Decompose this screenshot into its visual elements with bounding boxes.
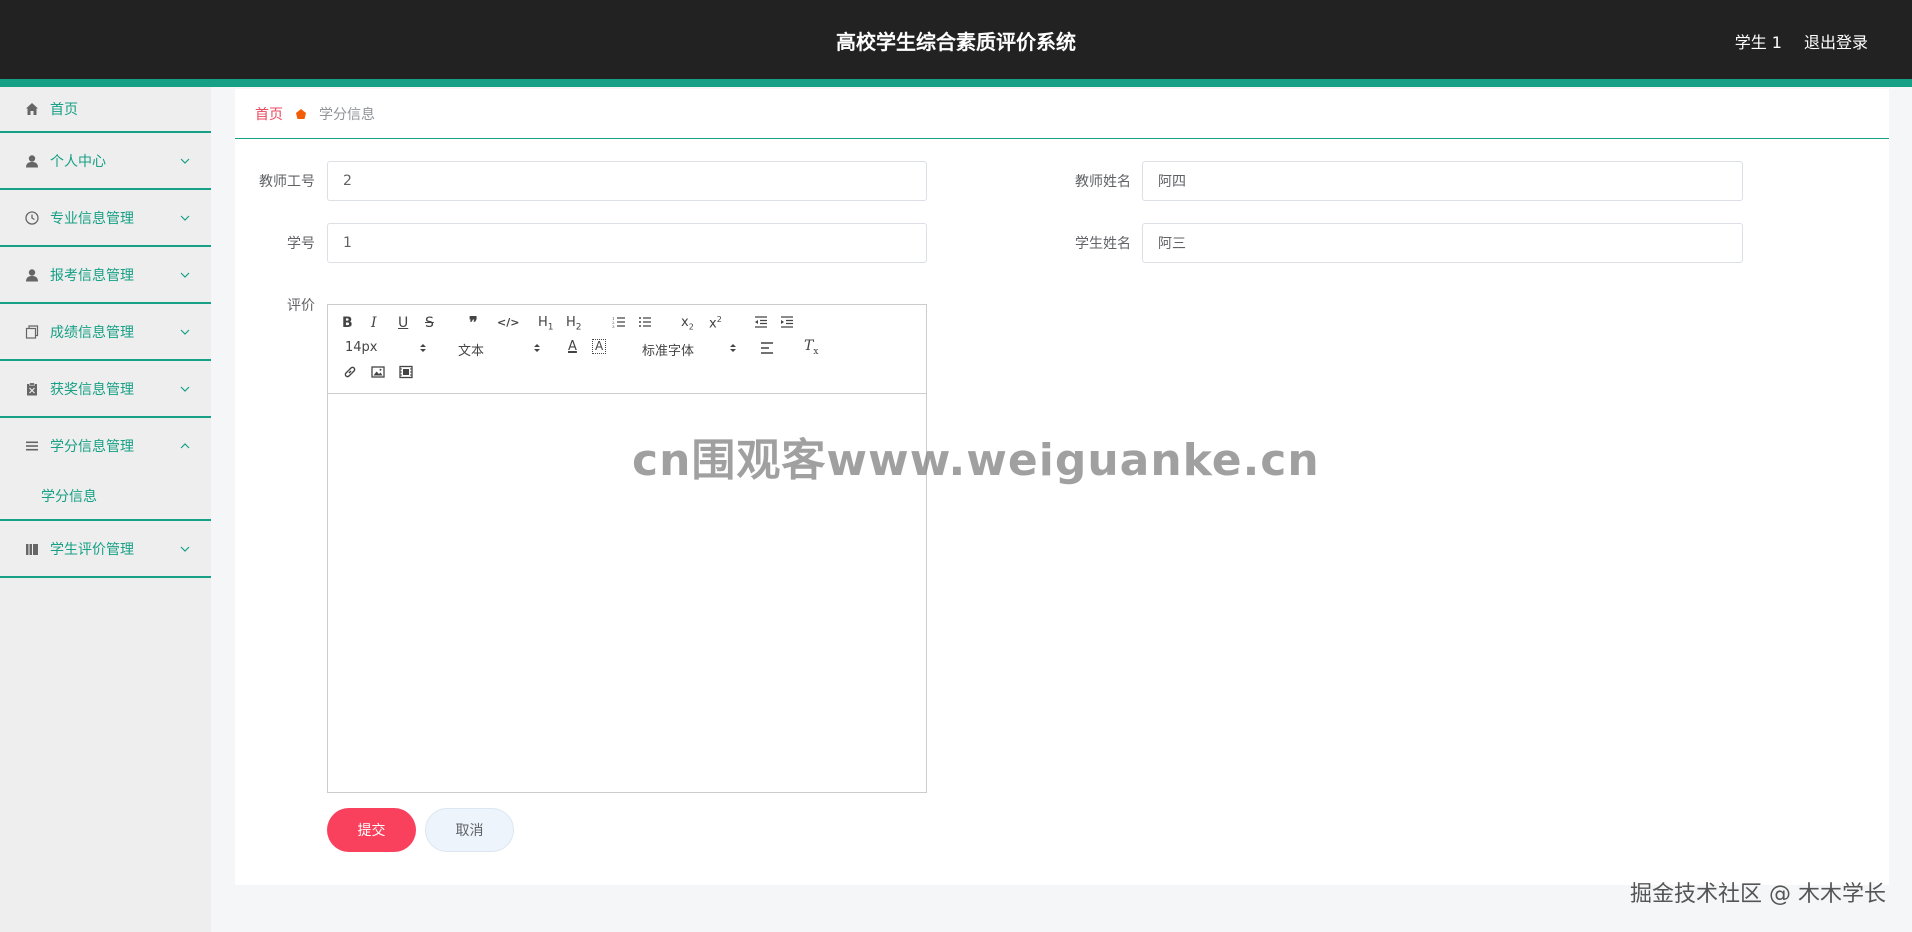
font-family-value: 标准字体 xyxy=(642,344,695,359)
list-icon xyxy=(24,438,40,454)
sidebar-item-label: 学分信息管理 xyxy=(50,438,134,455)
student-id-label: 学号 xyxy=(287,236,315,252)
breadcrumb-home[interactable]: 首页 xyxy=(255,104,283,124)
sidebar-subitem-credit-info[interactable]: 学分信息 xyxy=(0,473,211,521)
site-watermark: cn围观客www.weiguanke.cn xyxy=(632,435,1320,486)
font-color-icon[interactable]: A xyxy=(568,339,577,354)
student-id-input[interactable]: 1 xyxy=(327,223,927,263)
underline-icon[interactable]: U xyxy=(398,315,408,331)
image-icon[interactable] xyxy=(371,365,385,383)
sidebar-subitem-label: 学分信息 xyxy=(41,489,97,505)
code-icon[interactable]: </> xyxy=(497,316,519,329)
superscript-icon[interactable]: x2 xyxy=(709,315,722,331)
teacher-name-label: 教师姓名 xyxy=(1075,174,1131,190)
sidebar-item-credits[interactable]: 学分信息管理 xyxy=(0,418,211,473)
font-size-value: 14px xyxy=(345,340,378,355)
clipboard-icon xyxy=(24,381,40,397)
header-type-picker[interactable]: 文本 xyxy=(458,340,541,359)
book-icon xyxy=(24,541,40,557)
sidebar-item-label: 首页 xyxy=(50,102,78,118)
comment-label: 评价 xyxy=(287,298,315,314)
chevron-up-icon xyxy=(180,442,190,448)
picker-arrow-icon xyxy=(420,344,426,352)
sidebar-item-label: 学生评价管理 xyxy=(50,541,134,558)
sidebar-item-label: 获奖信息管理 xyxy=(50,381,134,398)
video-icon[interactable] xyxy=(399,365,413,383)
chevron-down-icon xyxy=(180,158,190,164)
font-size-picker[interactable]: 14px xyxy=(345,340,427,355)
student-name-label: 学生姓名 xyxy=(1075,236,1131,252)
subscript-icon[interactable]: x2 xyxy=(681,315,694,332)
chevron-down-icon xyxy=(180,215,190,221)
header-accent-bar xyxy=(0,79,1912,87)
logout-button[interactable]: 退出登录 xyxy=(1804,29,1868,53)
chevron-down-icon xyxy=(180,329,190,335)
rich-text-editor: B I U S ❞ </> H1 H2 123 x2 x2 14px 文本 A … xyxy=(327,304,927,793)
chevron-down-icon xyxy=(180,386,190,392)
sidebar: 首页 个人中心 专业信息管理 报考信息管理 成绩信息管理 获奖信息管理 学分信息… xyxy=(0,87,211,932)
user-icon xyxy=(24,267,40,283)
sidebar-item-label: 专业信息管理 xyxy=(50,210,134,227)
clock-icon xyxy=(24,210,40,226)
link-icon[interactable] xyxy=(343,365,357,383)
breadcrumb-separator-icon xyxy=(295,108,307,120)
align-icon[interactable] xyxy=(760,341,774,359)
sidebar-item-evaluation[interactable]: 学生评价管理 xyxy=(0,521,211,578)
svg-text:3: 3 xyxy=(612,324,615,329)
strikethrough-icon[interactable]: S xyxy=(425,315,434,331)
bullet-list-icon[interactable] xyxy=(638,315,652,333)
sidebar-item-major[interactable]: 专业信息管理 xyxy=(0,190,211,247)
teacher-id-input[interactable]: 2 xyxy=(327,161,927,201)
sidebar-item-label: 成绩信息管理 xyxy=(50,324,134,341)
blockquote-icon[interactable]: ❞ xyxy=(469,313,478,332)
sidebar-item-personal-center[interactable]: 个人中心 xyxy=(0,133,211,190)
picker-arrow-icon xyxy=(730,344,736,352)
bold-icon[interactable]: B xyxy=(342,315,353,331)
indent-icon[interactable] xyxy=(780,315,794,333)
submit-button[interactable]: 提交 xyxy=(327,808,416,852)
student-name-input[interactable]: 阿三 xyxy=(1142,223,1743,263)
editor-toolbar: B I U S ❞ </> H1 H2 123 x2 x2 14px 文本 A … xyxy=(328,305,926,394)
app-title: 高校学生综合素质评价系统 xyxy=(836,30,1076,54)
chevron-down-icon xyxy=(180,272,190,278)
chevron-down-icon xyxy=(180,546,190,552)
cancel-button[interactable]: 取消 xyxy=(425,808,514,852)
breadcrumb: 首页 学分信息 xyxy=(235,89,1889,139)
ordered-list-icon[interactable]: 123 xyxy=(612,315,626,333)
current-user: 学生 1 xyxy=(1734,33,1782,52)
sidebar-item-home[interactable]: 首页 xyxy=(0,87,211,133)
italic-icon[interactable]: I xyxy=(371,315,377,331)
user-icon xyxy=(24,153,40,169)
font-family-picker[interactable]: 标准字体 xyxy=(642,340,737,359)
sidebar-item-application[interactable]: 报考信息管理 xyxy=(0,247,211,304)
top-header: 高校学生综合素质评价系统 学生 1 退出登录 xyxy=(0,0,1912,79)
home-icon xyxy=(24,101,40,117)
background-color-icon[interactable]: A xyxy=(592,339,607,354)
teacher-name-input[interactable]: 阿四 xyxy=(1142,161,1743,201)
sidebar-item-grades[interactable]: 成绩信息管理 xyxy=(0,304,211,361)
sidebar-item-label: 报考信息管理 xyxy=(50,267,134,284)
corner-watermark: 掘金技术社区 @ 木木学长 xyxy=(1630,882,1886,907)
clear-format-icon[interactable]: Tx xyxy=(804,338,818,357)
heading-2-icon[interactable]: H2 xyxy=(566,315,582,333)
heading-1-icon[interactable]: H1 xyxy=(538,315,554,333)
sidebar-item-label: 个人中心 xyxy=(50,153,106,170)
picker-arrow-icon xyxy=(534,344,540,352)
outdent-icon[interactable] xyxy=(754,315,768,333)
copy-icon xyxy=(24,324,40,340)
breadcrumb-current: 学分信息 xyxy=(319,106,375,123)
sidebar-item-awards[interactable]: 获奖信息管理 xyxy=(0,361,211,418)
teacher-id-label: 教师工号 xyxy=(259,174,315,190)
header-type-value: 文本 xyxy=(458,344,485,359)
